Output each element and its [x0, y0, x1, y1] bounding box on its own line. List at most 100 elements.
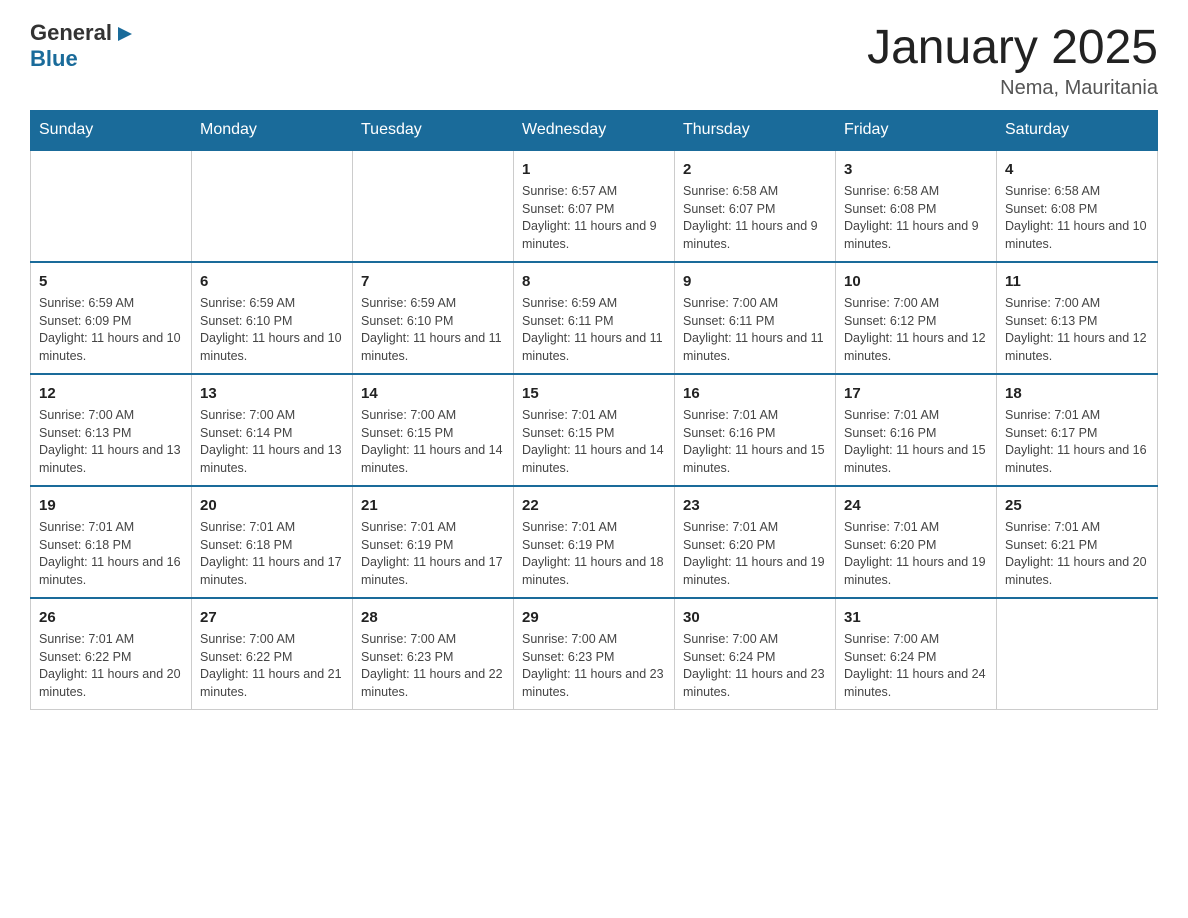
day-info: Sunrise: 7:01 AMSunset: 6:18 PMDaylight:…	[200, 519, 344, 589]
header-cell-friday: Friday	[836, 111, 997, 151]
day-cell: 15 Sunrise: 7:01 AMSunset: 6:15 PMDayligh…	[514, 374, 675, 486]
calendar-subtitle: Nema, Mauritania	[867, 77, 1158, 100]
week-row-3: 12 Sunrise: 7:00 AMSunset: 6:13 PMDayligh…	[31, 374, 1158, 486]
day-cell: 29Sunrise: 7:00 AMSunset: 6:23 PMDayligh…	[514, 598, 675, 710]
day-cell: 27 Sunrise: 7:00 AMSunset: 6:22 PMDayligh…	[192, 598, 353, 710]
day-info: Sunrise: 6:58 AMSunset: 6:08 PMDaylight:…	[1005, 183, 1149, 253]
day-info: Sunrise: 7:00 AMSunset: 6:24 PMDaylight:…	[844, 631, 988, 701]
day-cell: 24Sunrise: 7:01 AMSunset: 6:20 PMDayligh…	[836, 486, 997, 598]
day-cell: 4 Sunrise: 6:58 AMSunset: 6:08 PMDaylight…	[997, 150, 1158, 262]
day-cell: 20 Sunrise: 7:01 AMSunset: 6:18 PMDayligh…	[192, 486, 353, 598]
day-number: 20	[200, 495, 344, 516]
day-number: 31	[844, 607, 988, 628]
day-number: 15	[522, 383, 666, 404]
day-cell: 12 Sunrise: 7:00 AMSunset: 6:13 PMDayligh…	[31, 374, 192, 486]
day-cell: 25 Sunrise: 7:01 AMSunset: 6:21 PMDayligh…	[997, 486, 1158, 598]
day-info: Sunrise: 7:01 AMSunset: 6:19 PMDaylight:…	[522, 519, 666, 589]
day-number: 8	[522, 271, 666, 292]
day-info: Sunrise: 7:00 AMSunset: 6:14 PMDaylight:…	[200, 407, 344, 477]
day-number: 23	[683, 495, 827, 516]
header-cell-monday: Monday	[192, 111, 353, 151]
week-row-4: 19Sunrise: 7:01 AMSunset: 6:18 PMDayligh…	[31, 486, 1158, 598]
day-cell: 18 Sunrise: 7:01 AMSunset: 6:17 PMDayligh…	[997, 374, 1158, 486]
day-cell: 5 Sunrise: 6:59 AMSunset: 6:09 PMDaylight…	[31, 262, 192, 374]
day-number: 29	[522, 607, 666, 628]
logo-general-text: General	[30, 20, 112, 46]
calendar-title: January 2025	[867, 20, 1158, 75]
day-cell: 19Sunrise: 7:01 AMSunset: 6:18 PMDayligh…	[31, 486, 192, 598]
day-info: Sunrise: 6:58 AMSunset: 6:08 PMDaylight:…	[844, 183, 988, 253]
day-info: Sunrise: 6:57 AMSunset: 6:07 PMDaylight:…	[522, 183, 666, 253]
day-number: 30	[683, 607, 827, 628]
day-info: Sunrise: 7:00 AMSunset: 6:11 PMDaylight:…	[683, 295, 827, 365]
day-info: Sunrise: 6:59 AMSunset: 6:10 PMDaylight:…	[361, 295, 505, 365]
day-info: Sunrise: 7:01 AMSunset: 6:21 PMDaylight:…	[1005, 519, 1149, 589]
header-cell-tuesday: Tuesday	[353, 111, 514, 151]
day-number: 13	[200, 383, 344, 404]
day-cell	[31, 150, 192, 262]
calendar-table: SundayMondayTuesdayWednesdayThursdayFrid…	[30, 110, 1158, 710]
week-row-2: 5 Sunrise: 6:59 AMSunset: 6:09 PMDaylight…	[31, 262, 1158, 374]
day-number: 3	[844, 159, 988, 180]
day-cell: 10 Sunrise: 7:00 AMSunset: 6:12 PMDayligh…	[836, 262, 997, 374]
day-number: 25	[1005, 495, 1149, 516]
day-info: Sunrise: 7:01 AMSunset: 6:19 PMDaylight:…	[361, 519, 505, 589]
day-cell: 1 Sunrise: 6:57 AMSunset: 6:07 PMDaylight…	[514, 150, 675, 262]
day-cell: 28Sunrise: 7:00 AMSunset: 6:23 PMDayligh…	[353, 598, 514, 710]
day-number: 21	[361, 495, 505, 516]
day-info: Sunrise: 7:01 AMSunset: 6:15 PMDaylight:…	[522, 407, 666, 477]
day-number: 12	[39, 383, 183, 404]
day-cell	[192, 150, 353, 262]
day-number: 9	[683, 271, 827, 292]
day-number: 11	[1005, 271, 1149, 292]
week-row-1: 1 Sunrise: 6:57 AMSunset: 6:07 PMDaylight…	[31, 150, 1158, 262]
day-info: Sunrise: 6:59 AMSunset: 6:11 PMDaylight:…	[522, 295, 666, 365]
day-info: Sunrise: 7:00 AMSunset: 6:22 PMDaylight:…	[200, 631, 344, 701]
header-row: SundayMondayTuesdayWednesdayThursdayFrid…	[31, 111, 1158, 151]
day-info: Sunrise: 7:00 AMSunset: 6:13 PMDaylight:…	[39, 407, 183, 477]
day-info: Sunrise: 7:00 AMSunset: 6:24 PMDaylight:…	[683, 631, 827, 701]
day-cell: 31 Sunrise: 7:00 AMSunset: 6:24 PMDayligh…	[836, 598, 997, 710]
day-number: 27	[200, 607, 344, 628]
day-number: 7	[361, 271, 505, 292]
day-number: 17	[844, 383, 988, 404]
week-row-5: 26 Sunrise: 7:01 AMSunset: 6:22 PMDayligh…	[31, 598, 1158, 710]
day-cell	[997, 598, 1158, 710]
logo-arrow-icon	[114, 23, 136, 45]
day-number: 2	[683, 159, 827, 180]
day-cell: 8 Sunrise: 6:59 AMSunset: 6:11 PMDaylight…	[514, 262, 675, 374]
day-number: 10	[844, 271, 988, 292]
day-info: Sunrise: 7:00 AMSunset: 6:13 PMDaylight:…	[1005, 295, 1149, 365]
day-cell: 22Sunrise: 7:01 AMSunset: 6:19 PMDayligh…	[514, 486, 675, 598]
day-info: Sunrise: 6:59 AMSunset: 6:09 PMDaylight:…	[39, 295, 183, 365]
header-cell-thursday: Thursday	[675, 111, 836, 151]
day-number: 5	[39, 271, 183, 292]
day-number: 26	[39, 607, 183, 628]
day-cell: 9 Sunrise: 7:00 AMSunset: 6:11 PMDaylight…	[675, 262, 836, 374]
day-number: 4	[1005, 159, 1149, 180]
day-number: 14	[361, 383, 505, 404]
calendar-header: SundayMondayTuesdayWednesdayThursdayFrid…	[31, 111, 1158, 151]
day-number: 16	[683, 383, 827, 404]
day-cell: 26 Sunrise: 7:01 AMSunset: 6:22 PMDayligh…	[31, 598, 192, 710]
day-cell: 2Sunrise: 6:58 AMSunset: 6:07 PMDaylight…	[675, 150, 836, 262]
title-block: January 2025 Nema, Mauritania	[867, 20, 1158, 100]
day-number: 1	[522, 159, 666, 180]
day-info: Sunrise: 7:01 AMSunset: 6:16 PMDaylight:…	[844, 407, 988, 477]
day-number: 18	[1005, 383, 1149, 404]
logo-blue-text: Blue	[30, 46, 78, 72]
page-header: General Blue January 2025 Nema, Mauritan…	[30, 20, 1158, 100]
header-cell-wednesday: Wednesday	[514, 111, 675, 151]
day-info: Sunrise: 7:00 AMSunset: 6:12 PMDaylight:…	[844, 295, 988, 365]
day-number: 24	[844, 495, 988, 516]
day-number: 6	[200, 271, 344, 292]
day-info: Sunrise: 7:01 AMSunset: 6:17 PMDaylight:…	[1005, 407, 1149, 477]
day-info: Sunrise: 7:01 AMSunset: 6:18 PMDaylight:…	[39, 519, 183, 589]
day-info: Sunrise: 7:01 AMSunset: 6:22 PMDaylight:…	[39, 631, 183, 701]
day-cell	[353, 150, 514, 262]
header-cell-sunday: Sunday	[31, 111, 192, 151]
day-cell: 6Sunrise: 6:59 AMSunset: 6:10 PMDaylight…	[192, 262, 353, 374]
day-cell: 13 Sunrise: 7:00 AMSunset: 6:14 PMDayligh…	[192, 374, 353, 486]
day-number: 28	[361, 607, 505, 628]
header-cell-saturday: Saturday	[997, 111, 1158, 151]
